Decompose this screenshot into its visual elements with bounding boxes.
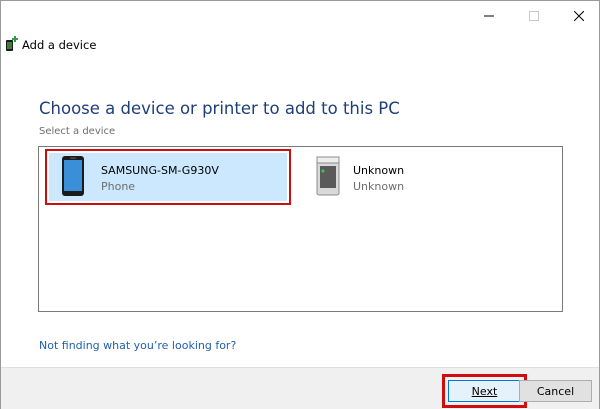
window-title: Add a device [22,38,97,52]
device-type: Phone [101,180,136,193]
close-button[interactable] [557,1,600,31]
device-type: Unknown [353,180,405,193]
not-finding-link[interactable]: Not finding what you’re looking for? [39,339,236,352]
footer-bar: Next Cancel [1,367,599,409]
device-name: SAMSUNG-SM-G930V [101,164,219,177]
title-bar[interactable] [1,1,599,31]
app-header: Add a device [1,31,599,59]
device-tile-samsung[interactable]: SAMSUNG-SM-G930V Phone [45,149,291,205]
add-device-window: Add a device Choose a device or printer … [0,0,600,409]
cancel-button[interactable]: Cancel [519,380,592,402]
maximize-icon [529,11,539,21]
select-device-label: Select a device [39,126,116,137]
device-tile-unknown[interactable]: Unknown Unknown [301,153,501,201]
device-name: Unknown [353,164,405,177]
minimize-icon [484,15,494,17]
minimize-button[interactable] [467,1,511,31]
device-list[interactable]: SAMSUNG-SM-G930V Phone Unknown Unknown [38,146,563,312]
page-title: Choose a device or printer to add to thi… [39,99,400,118]
add-device-icon [6,36,18,51]
maximize-button[interactable] [512,1,556,31]
phone-icon [62,156,84,196]
next-button[interactable]: Next [442,374,527,408]
tower-pc-icon [316,156,340,196]
close-icon [574,11,584,21]
